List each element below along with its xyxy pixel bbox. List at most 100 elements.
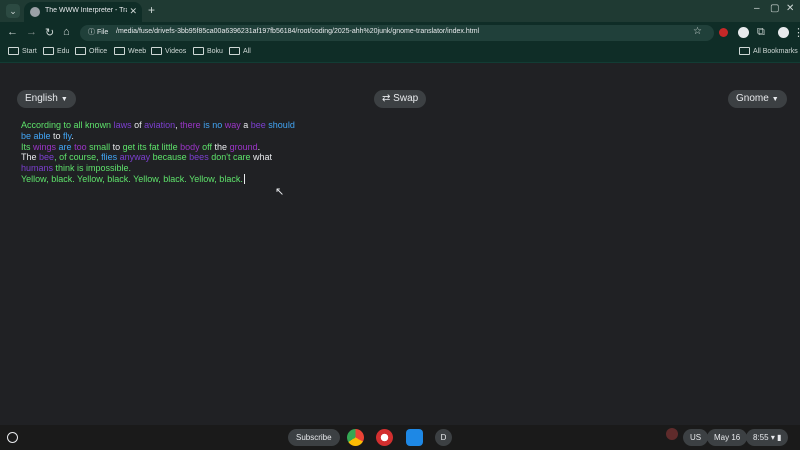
window-close-icon[interactable]: ✕ (786, 3, 794, 14)
output-word: to (50, 130, 64, 141)
file-chip-label: File (96, 29, 109, 36)
back-arrow-icon[interactable]: ← (7, 26, 18, 38)
output-word: of (131, 120, 145, 130)
folder-icon (229, 47, 240, 55)
bookmark-edu[interactable]: Edu (43, 47, 69, 55)
bookmark-videos[interactable]: Videos (151, 47, 186, 55)
bookmark-boku[interactable]: Boku (193, 47, 223, 55)
output-line: Its wings are too small to get its fat l… (21, 142, 341, 153)
output-word: is (200, 120, 213, 130)
extension-red-icon[interactable] (719, 28, 728, 37)
launcher-icon[interactable] (7, 432, 18, 443)
output-word: bee (39, 152, 55, 163)
folder-icon (43, 47, 54, 55)
output-word: to (112, 141, 121, 152)
output-word: . (257, 141, 261, 152)
output-word: . (71, 130, 74, 141)
output-word: the (214, 141, 228, 152)
output-line: be able to fly. (21, 131, 341, 142)
battery-icon: ▮ (777, 433, 782, 442)
output-word: Its (21, 141, 31, 152)
target-language-select[interactable]: Gnome ▼ (728, 90, 787, 108)
translation-output[interactable]: According to all known laws of aviation,… (21, 120, 341, 185)
bookmark-start[interactable]: Start (8, 47, 37, 55)
bookmark-all[interactable]: All (229, 47, 251, 55)
bookmark-label: Videos (165, 47, 187, 55)
tab-close-icon[interactable]: ✕ (129, 6, 137, 17)
screen-record-icon[interactable] (666, 428, 678, 440)
output-word: be able (21, 130, 51, 141)
swap-arrows-icon: ⇄ (382, 93, 391, 104)
home-icon[interactable]: ⌂ (63, 26, 70, 38)
input-method[interactable]: US (683, 429, 709, 446)
caret-down-icon: ▼ (60, 96, 68, 103)
date-tray[interactable]: May 16 (707, 429, 748, 446)
profile-avatar[interactable] (778, 27, 789, 38)
output-word: no (212, 120, 223, 130)
app-classroom-icon[interactable] (406, 429, 423, 446)
output-word: too (74, 141, 87, 152)
bookmark-label: All (243, 47, 251, 55)
source-language-select[interactable]: English ▼ (17, 90, 76, 108)
address-bar[interactable]: ⓘ File /media/fuse/drivefs-3bb95f85ca00a… (80, 25, 714, 41)
output-line: The bee, of course, flies anyway because… (21, 152, 341, 163)
wifi-icon: ▾ (770, 433, 775, 442)
output-word: think is impossible. (53, 163, 132, 174)
output-word: aviation (144, 120, 176, 130)
folder-icon (151, 47, 162, 55)
bookmark-label: Edu (57, 47, 70, 55)
reload-icon[interactable]: ↻ (45, 26, 54, 39)
minimize-icon[interactable]: – (754, 3, 760, 14)
subscribe-button[interactable]: Subscribe (288, 429, 340, 446)
output-word: there (180, 120, 201, 130)
system-shelf: Subscribe D US May 16 8:55 ▾ ▮ (0, 425, 800, 450)
bookmark-weeb[interactable]: Weeb (114, 47, 146, 55)
output-word: wings (33, 141, 57, 152)
bookmark-label: Boku (207, 47, 223, 55)
extensions-puzzle-icon[interactable]: ⧉ (757, 26, 765, 39)
folder-icon (75, 47, 86, 55)
chrome-icon[interactable] (347, 429, 364, 446)
output-word: a (240, 120, 251, 130)
output-word: small (86, 141, 113, 152)
tab-active[interactable]: The WWW Interpreter - Translat ✕ (24, 2, 142, 22)
tab-search-chevron-icon[interactable]: ⌄ (6, 4, 20, 18)
extension-circle-icon[interactable] (738, 27, 749, 38)
output-line: According to all known laws of aviation,… (21, 120, 341, 131)
tab-title: The WWW Interpreter - Translat (45, 7, 127, 14)
bookmark-star-icon[interactable]: ☆ (693, 26, 702, 37)
file-info-chip[interactable]: ⓘ File (84, 27, 112, 39)
output-word: way (224, 120, 241, 130)
output-word: ground (229, 141, 258, 152)
output-word: off (199, 141, 215, 152)
output-word: all known (73, 120, 112, 130)
text-caret (243, 173, 245, 184)
new-tab-plus-icon[interactable]: + (148, 3, 155, 17)
mouse-cursor-icon: ↖ (275, 186, 285, 198)
output-word: bee (250, 120, 266, 130)
swap-button[interactable]: ⇄ Swap (374, 90, 427, 108)
output-line: Yellow, black. Yellow, black. Yellow, bl… (21, 173, 341, 185)
output-word: laws (113, 120, 132, 130)
clock: 8:55 (753, 433, 769, 442)
bookmark-label: Weeb (128, 47, 147, 55)
output-word: get its fat little (120, 141, 181, 152)
output-word: don't care (208, 152, 253, 163)
forward-arrow-icon[interactable]: → (26, 26, 37, 38)
bookmarks-bar: Start Edu Office Weeb Videos Boku All Al… (0, 44, 800, 63)
menu-dots-icon[interactable]: ⋮ (793, 26, 800, 39)
app-d-icon[interactable]: D (435, 429, 452, 446)
output-word: body (180, 141, 200, 152)
output-word: what (252, 152, 272, 163)
maximize-icon[interactable]: ▢ (770, 3, 779, 14)
folder-icon (739, 47, 750, 55)
status-tray[interactable]: 8:55 ▾ ▮ (746, 429, 789, 446)
bookmark-office[interactable]: Office (75, 47, 107, 55)
caret-down-icon: ▼ (771, 96, 779, 103)
app-flower-icon[interactable] (376, 429, 393, 446)
output-word: are (56, 141, 75, 152)
output-word: The (21, 152, 37, 163)
output-word: flies (101, 152, 118, 163)
all-bookmarks[interactable]: All Bookmarks (739, 47, 798, 55)
target-language-label: Gnome (736, 93, 769, 104)
